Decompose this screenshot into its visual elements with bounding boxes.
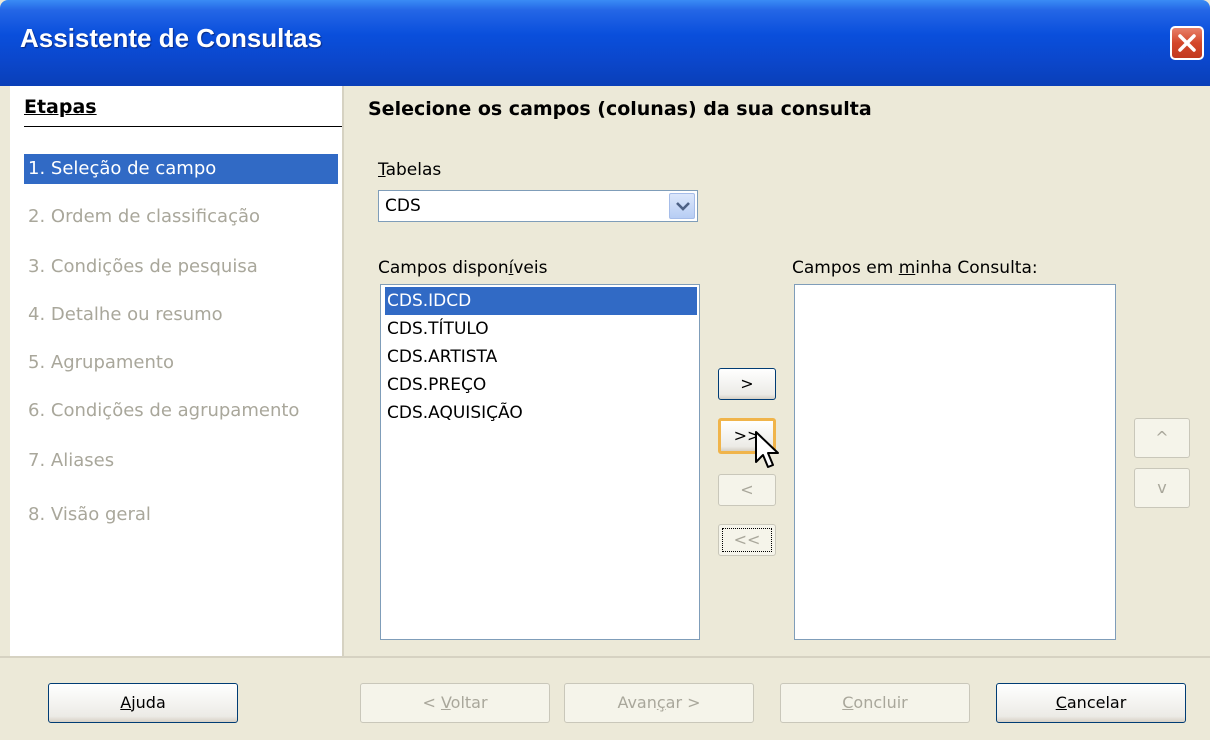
- query-fields-list[interactable]: [794, 284, 1116, 640]
- step-detail-summary: 4. Detalhe ou resumo: [28, 304, 223, 325]
- cancel-button[interactable]: Cancelar: [996, 683, 1186, 723]
- footer-divider: [0, 656, 1210, 658]
- available-fields-label: Campos disponíveis: [378, 258, 548, 278]
- close-button[interactable]: [1170, 26, 1204, 60]
- close-icon: [1178, 34, 1196, 52]
- window-title: Assistente de Consultas: [20, 23, 322, 53]
- step-aliases: 7. Aliases: [28, 450, 115, 471]
- tables-dropdown[interactable]: CDS: [378, 190, 698, 222]
- remove-all-fields-button[interactable]: <<: [718, 524, 776, 556]
- page-title: Selecione os campos (colunas) da sua con…: [368, 98, 872, 120]
- steps-divider: [24, 126, 342, 127]
- chevron-down-icon: [676, 202, 690, 211]
- list-item[interactable]: CDS.ARTISTA: [385, 343, 697, 371]
- available-fields-list[interactable]: CDS.IDCD CDS.TÍTULO CDS.ARTISTA CDS.PREÇ…: [380, 284, 700, 640]
- move-down-button[interactable]: v: [1134, 468, 1190, 508]
- list-item[interactable]: CDS.PREÇO: [385, 371, 697, 399]
- add-field-button[interactable]: >: [718, 368, 776, 400]
- help-button[interactable]: Ajuda: [48, 683, 238, 723]
- steps-panel: Etapas 1. Seleção de campo 2. Ordem de c…: [10, 86, 344, 656]
- step-grouping-conditions: 6. Condições de agrupamento: [28, 400, 300, 421]
- list-item[interactable]: CDS.AQUISIÇÃO: [385, 399, 697, 427]
- step-grouping: 5. Agrupamento: [28, 352, 174, 373]
- next-button[interactable]: Avançar >: [564, 683, 754, 723]
- list-item[interactable]: CDS.TÍTULO: [385, 315, 697, 343]
- tables-dropdown-value: CDS: [385, 196, 421, 216]
- query-wizard-window: Assistente de Consultas Etapas 1. Seleçã…: [0, 0, 1210, 740]
- list-item[interactable]: CDS.IDCD: [385, 287, 697, 315]
- remove-field-button[interactable]: <: [718, 474, 776, 506]
- step-sort-order: 2. Ordem de classificação: [28, 206, 261, 227]
- title-bar[interactable]: Assistente de Consultas: [0, 0, 1210, 86]
- dropdown-button[interactable]: [669, 193, 695, 219]
- query-fields-label: Campos em minha Consulta:: [792, 258, 1038, 278]
- back-button[interactable]: < Voltar: [360, 683, 550, 723]
- finish-button[interactable]: Concluir: [780, 683, 970, 723]
- step-search-conditions: 3. Condições de pesquisa: [28, 256, 258, 277]
- move-up-button[interactable]: ^: [1134, 418, 1190, 458]
- tables-label: Tabelas: [378, 160, 442, 180]
- step-overview: 8. Visão geral: [28, 504, 151, 525]
- mouse-cursor-icon: [755, 431, 779, 468]
- steps-title: Etapas: [24, 96, 97, 118]
- step-field-selection[interactable]: 1. Seleção de campo: [24, 154, 338, 184]
